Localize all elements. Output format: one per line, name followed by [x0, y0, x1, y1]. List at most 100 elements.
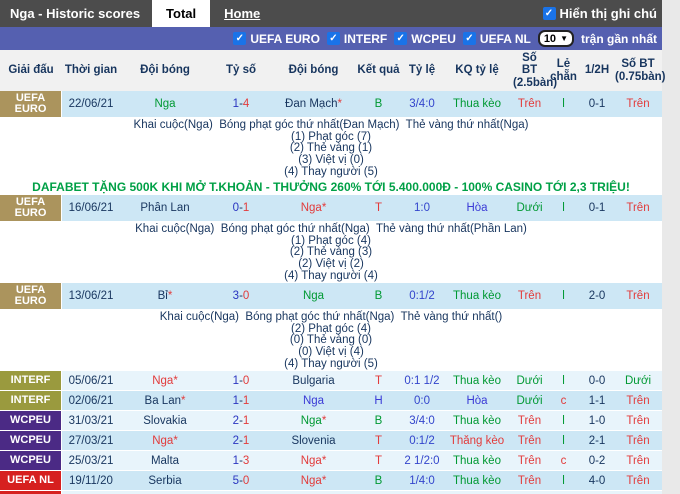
away-team-cell[interactable]: Nga* [272, 415, 355, 427]
result-cell: H [355, 395, 402, 407]
checkbox-checked-icon[interactable]: ✓ [233, 32, 246, 45]
home-team-cell[interactable]: Ba Lan* [120, 395, 210, 407]
result-cell: B [355, 415, 402, 427]
halftime-score: 4-0 [580, 475, 614, 487]
score-cell: 1-4 [210, 98, 272, 110]
col-header-date: Thời gian [62, 64, 120, 76]
halftime-score: 1-0 [580, 415, 614, 427]
away-team-cell[interactable]: Nga [272, 395, 355, 407]
note-line: (4) Thay người (5) [0, 359, 662, 371]
away-team-cell[interactable]: Nga* [272, 475, 355, 487]
team-name: Nga [301, 202, 322, 214]
home-team-cell[interactable]: Malta [120, 455, 210, 467]
home-team-cell[interactable]: Nga* [120, 375, 210, 387]
filter-interf[interactable]: ✓ INTERF [327, 32, 387, 46]
match-count-select[interactable]: 10 ▼ [538, 30, 574, 47]
match-row: INTERF 02/06/21 Ba Lan* 1-1 Nga H 0:0 Hò… [0, 391, 662, 411]
rate-result: Thua kèo [442, 475, 512, 487]
home-team-cell[interactable]: Serbia [120, 475, 210, 487]
handicap-rate: 1/4:0 [402, 475, 442, 487]
home-team-cell[interactable]: Nga* [120, 435, 210, 447]
team-name: Nga [152, 435, 173, 447]
goals075-cell: Dưới [614, 375, 662, 387]
handicap-rate: 2 1/2:0 [402, 455, 442, 467]
home-team-cell[interactable]: Nga [120, 98, 210, 110]
goals25-cell: Dưới [512, 375, 547, 387]
col-header-result: Kết quả [355, 64, 402, 76]
goals075-cell: Trên [614, 415, 662, 427]
handicap-rate: 3/4:0 [402, 98, 442, 110]
away-team-cell[interactable]: Slovenia [272, 435, 355, 447]
team-name: Ba Lan [145, 395, 181, 407]
goals25-cell: Dưới [512, 202, 547, 214]
halftime-score: 0-1 [580, 98, 614, 110]
note-line: (2) Việt vị (2) [0, 259, 662, 271]
league-badge: UEFA EURO [0, 195, 62, 221]
halftime-score: 0-0 [580, 375, 614, 387]
filter-wcpeu[interactable]: ✓ WCPEU [394, 32, 456, 46]
favorite-star: * [322, 202, 326, 214]
goals25-cell: Trên [512, 290, 547, 302]
away-team-cell[interactable]: Nga* [272, 202, 355, 214]
match-date: 27/03/21 [62, 435, 120, 447]
favorite-star: * [173, 435, 177, 447]
tab-home[interactable]: Home [210, 0, 274, 27]
rate-result: Thua kèo [442, 290, 512, 302]
result-cell: B [355, 475, 402, 487]
away-team-cell[interactable]: Bulgaria [272, 375, 355, 387]
score-cell: 0-1 [210, 202, 272, 214]
handicap-rate: 0:1/2 [402, 290, 442, 302]
score-cell: 2-1 [210, 435, 272, 447]
league-badge: UEFA EURO [0, 283, 62, 309]
show-notes-toggle[interactable]: ✓ Hiển thị ghi chú [543, 0, 663, 27]
score-cell: 1-3 [210, 455, 272, 467]
col-header-away: Đội bóng [272, 64, 355, 76]
filter-uefa-euro[interactable]: ✓ UEFA EURO [233, 32, 320, 46]
goals075-cell: Trên [614, 202, 662, 214]
checkbox-checked-icon[interactable]: ✓ [394, 32, 407, 45]
favorite-star: * [181, 395, 185, 407]
checkbox-checked-icon[interactable]: ✓ [543, 7, 556, 20]
result-cell: B [355, 98, 402, 110]
checkbox-checked-icon[interactable]: ✓ [327, 32, 340, 45]
match-date: 22/06/21 [62, 98, 120, 110]
away-score: 0 [243, 475, 249, 487]
home-team-cell[interactable]: Bỉ* [120, 290, 210, 302]
away-team-cell[interactable]: Đan Mạch* [272, 98, 355, 110]
goals25-cell: Trên [512, 455, 547, 467]
team-name: Serbia [148, 475, 181, 487]
home-team-cell[interactable]: Slovakia [120, 415, 210, 427]
team-name: Nga [303, 290, 324, 302]
league-badge: WCPEU [0, 411, 62, 430]
competition-filter-bar: ✓ UEFA EURO ✓ INTERF ✓ WCPEU ✓ UEFA NL 1… [0, 27, 662, 50]
col-header-half: 1/2H [580, 64, 614, 76]
match-date: 02/06/21 [62, 395, 120, 407]
team-name: Slovakia [143, 415, 186, 427]
favorite-star: * [322, 415, 326, 427]
checkbox-checked-icon[interactable]: ✓ [463, 32, 476, 45]
away-team-cell[interactable]: Nga [272, 290, 355, 302]
ad-banner[interactable]: DAFABET TẶNG 500K KHI MỞ T.KHOẢN - THƯỞN… [0, 179, 662, 195]
favorite-star: * [322, 455, 326, 467]
goals075-cell: Trên [614, 455, 662, 467]
table-header-row: Giải đấu Thời gian Đội bóng Tỷ số Đội bó… [0, 50, 662, 91]
match-date: 16/06/21 [62, 202, 120, 214]
filter-uefa-nl[interactable]: ✓ UEFA NL [463, 32, 531, 46]
favorite-star: * [337, 98, 341, 110]
goals075-cell: Trên [614, 395, 662, 407]
team-name: Bulgaria [292, 375, 334, 387]
team-name: Nga [301, 455, 322, 467]
note-line: (0) Việt vị (4) [0, 347, 662, 359]
home-team-cell[interactable]: Phần Lan [120, 202, 210, 214]
away-team-cell[interactable]: Nga* [272, 455, 355, 467]
league-badge: INTERF [0, 391, 62, 410]
match-row: UEFA NL 19/11/20 Serbia 5-0 Nga* B 1/4:0… [0, 471, 662, 491]
favorite-star: * [173, 375, 177, 387]
odd-even-cell: l [547, 375, 580, 387]
odd-even-cell: c [547, 455, 580, 467]
tab-total[interactable]: Total [152, 0, 210, 27]
odd-even-cell: l [547, 202, 580, 214]
away-score: 3 [243, 455, 249, 467]
match-row: UEFA EURO 13/06/21 Bỉ* 3-0 Nga B 0:1/2 T… [0, 283, 662, 310]
favorite-star: * [168, 290, 172, 302]
